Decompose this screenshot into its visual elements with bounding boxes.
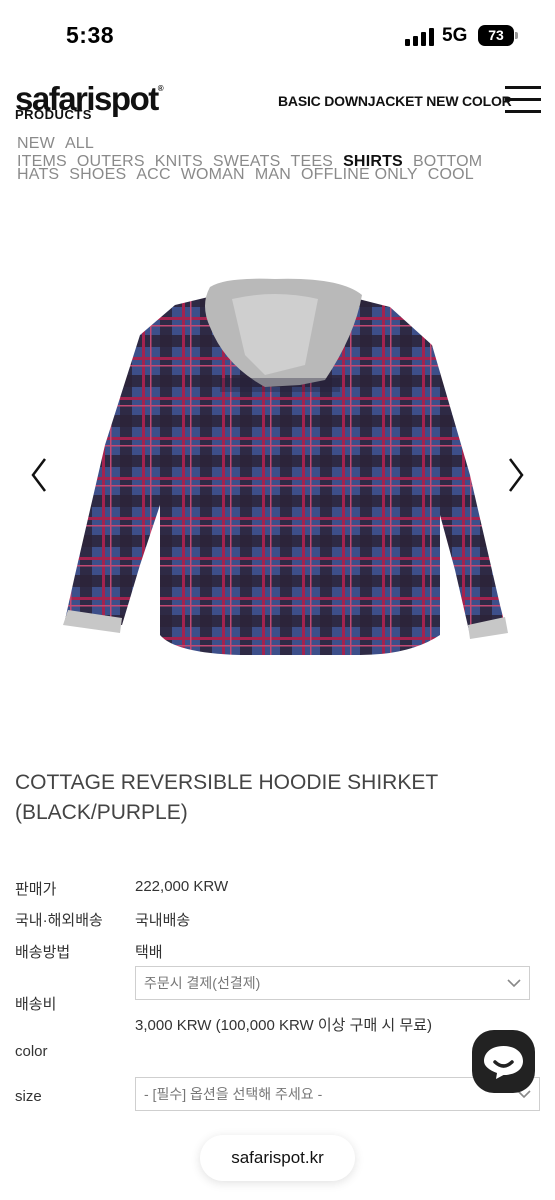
site-url-pill[interactable]: safarispot.kr [200, 1135, 355, 1181]
nav-item-new[interactable]: NEW [17, 135, 55, 152]
color-label: color [15, 1043, 48, 1060]
shipping-region-label: 국내·해외배송 [15, 912, 103, 929]
nav-item-hats[interactable]: HATS [17, 166, 59, 183]
size-label: size [15, 1088, 42, 1105]
shipping-method-value: 택배 [135, 944, 163, 961]
hamburger-menu-icon[interactable] [505, 86, 541, 114]
nav-item-man[interactable]: MAN [255, 166, 291, 183]
battery-icon: 73 [478, 25, 514, 46]
chat-button[interactable] [472, 1030, 535, 1093]
signal-icon [405, 28, 435, 46]
chevron-right-icon[interactable] [500, 455, 530, 495]
size-select-value: - [필수] 옵션을 선택해 주세요 - [144, 1086, 323, 1102]
hoodie-shirt-image [63, 278, 508, 655]
chevron-left-icon[interactable] [25, 455, 55, 495]
network-label: 5G [442, 25, 468, 46]
shipping-region-value: 국내배송 [135, 912, 191, 929]
nav-item-offline-only[interactable]: OFFLINE ONLY [301, 166, 418, 183]
nav-item-shoes[interactable]: SHOES [69, 166, 126, 183]
shipping-fee-label: 배송비 [15, 996, 57, 1013]
price-label: 판매가 [15, 881, 57, 898]
status-time: 5:38 [66, 22, 115, 48]
chevron-down-icon [507, 979, 521, 988]
chat-bubble-icon [484, 1046, 523, 1079]
nav-item-acc[interactable]: ACC [136, 166, 170, 183]
nav-item-woman[interactable]: WOMAN [181, 166, 245, 183]
shipping-fee-value: 3,000 KRW (100,000 KRW 이상 구매 시 무료) [135, 1017, 432, 1034]
section-label: PRODUCTS [15, 107, 92, 122]
battery-tip [515, 32, 518, 39]
shipping-fee-select-value: 주문시 결제(선결제) [144, 975, 261, 991]
shipping-method-label: 배송방법 [15, 944, 71, 961]
category-nav-row-2: HATS SHOES ACC WOMAN MAN OFFLINE ONLY COOL [17, 166, 547, 184]
logo-registered-mark: ® [157, 84, 164, 93]
shipping-fee-select[interactable]: 주문시 결제(선결제) [135, 966, 530, 1000]
nav-item-cool[interactable]: COOL [428, 166, 474, 183]
price-value: 222,000 KRW [135, 878, 229, 895]
product-title: COTTAGE REVERSIBLE HOODIE SHIRKET (BLACK… [15, 768, 535, 828]
status-bar: 5:38 5G 73 [0, 0, 555, 70]
product-title-line-1: COTTAGE REVERSIBLE HOODIE SHIRKET [15, 771, 439, 794]
product-title-line-2: (BLACK/PURPLE) [15, 801, 188, 824]
promo-link[interactable]: BASIC DOWNJACKET NEW COLOR [278, 93, 512, 109]
